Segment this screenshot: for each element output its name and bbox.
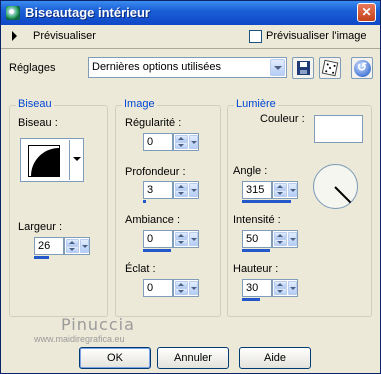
bevel-shape-picker[interactable] (20, 138, 84, 182)
bevel-label: Biseau : (18, 117, 58, 129)
intensity-label: Intensité : (233, 214, 281, 226)
save-preset-button[interactable] (292, 57, 314, 79)
title-bar[interactable]: Biseautage intérieur ✕ (1, 1, 380, 25)
watermark-url: www.maidiregrafica.eu (34, 334, 125, 344)
ambience-label: Ambiance : (125, 214, 181, 226)
intensity-spin-buttons[interactable] (272, 230, 298, 248)
width-value: 26 (38, 240, 51, 252)
angle-input[interactable]: 315 (242, 181, 272, 199)
elevation-spin-buttons[interactable] (272, 279, 298, 297)
angle-spinner[interactable]: 315 (242, 181, 298, 203)
depth-spin-buttons[interactable] (173, 181, 199, 199)
depth-spinner[interactable]: 3 (143, 181, 199, 203)
smoothness-input[interactable]: 0 (143, 133, 173, 151)
width-spinner[interactable]: 26 (34, 237, 90, 259)
elevation-spinner[interactable]: 30 (242, 279, 298, 301)
chevron-down-icon[interactable] (69, 140, 83, 180)
elevation-label: Hauteur : (233, 263, 279, 275)
intensity-slider-bar[interactable] (242, 249, 270, 252)
preview-image-label[interactable]: Prévisualiser l'image (266, 30, 367, 42)
angle-value: 315 (246, 184, 265, 196)
elevation-value: 30 (246, 282, 259, 294)
settings-select[interactable]: Dernières options utilisées (88, 57, 287, 78)
elevation-slider-bar[interactable] (242, 298, 261, 301)
app-icon (6, 6, 20, 20)
light-group-title: Lumière (234, 98, 278, 110)
chevron-down-icon[interactable] (270, 59, 285, 76)
ambience-spinner[interactable]: 0 (143, 230, 199, 252)
settings-label: Réglages (9, 62, 56, 74)
depth-label: Profondeur : (125, 166, 186, 178)
close-button[interactable]: ✕ (357, 3, 376, 22)
reset-button[interactable] (351, 57, 373, 79)
ambience-slider-bar[interactable] (143, 249, 171, 252)
dice-icon (321, 59, 339, 77)
settings-select-value: Dernières options utilisées (92, 61, 222, 73)
angle-dial[interactable] (313, 164, 358, 209)
angle-slider-bar[interactable] (242, 200, 291, 203)
help-button[interactable]: Aide (239, 347, 311, 369)
smoothness-spinner[interactable]: 0 (143, 133, 199, 155)
window-title: Biseautage intérieur (25, 5, 150, 20)
image-group-title: Image (122, 98, 157, 110)
shininess-spinner[interactable]: 0 (143, 279, 199, 301)
floppy-disk-icon (297, 61, 310, 75)
shininess-label: Éclat : (125, 263, 156, 275)
shininess-spin-buttons[interactable] (173, 279, 199, 297)
bevel-group-title: Biseau (16, 98, 54, 110)
width-label: Largeur : (18, 221, 63, 233)
preview-row: Prévisualiser Prévisualiser l'image (1, 25, 380, 49)
bevel-shape-icon (28, 145, 60, 177)
preview-image-checkbox[interactable] (249, 30, 262, 43)
cancel-button[interactable]: Annuler (157, 347, 229, 369)
bevel-group: Biseau (9, 98, 108, 317)
angle-spin-buttons[interactable] (272, 181, 298, 199)
smoothness-value: 0 (147, 136, 154, 148)
elevation-input[interactable]: 30 (242, 279, 272, 297)
smoothness-label: Régularité : (125, 117, 182, 129)
color-label: Couleur : (260, 113, 305, 125)
width-spin-buttons[interactable] (64, 237, 90, 255)
width-slider-bar[interactable] (34, 256, 49, 259)
depth-input[interactable]: 3 (143, 181, 173, 199)
ambience-spin-buttons[interactable] (173, 230, 199, 248)
angle-label: Angle : (233, 165, 268, 177)
intensity-value: 50 (246, 233, 259, 245)
depth-slider-bar[interactable] (143, 200, 146, 203)
preview-label[interactable]: Prévisualiser (33, 30, 96, 42)
ambience-value: 0 (147, 233, 154, 245)
ambience-input[interactable]: 0 (143, 230, 173, 248)
angle-needle (334, 186, 352, 204)
randomize-button[interactable] (319, 57, 341, 79)
expand-arrow-icon[interactable] (12, 31, 17, 41)
depth-value: 3 (147, 184, 154, 196)
smoothness-spin-buttons[interactable] (173, 133, 199, 151)
light-color-swatch[interactable] (314, 115, 363, 143)
shininess-value: 0 (147, 282, 154, 294)
watermark-text: Pinuccia (61, 315, 135, 334)
shininess-input[interactable]: 0 (143, 279, 173, 297)
bevel-dialog: Biseautage intérieur ✕ Prévisualiser Pré… (0, 0, 381, 374)
reset-icon (354, 60, 371, 77)
intensity-spinner[interactable]: 50 (242, 230, 298, 252)
width-input[interactable]: 26 (34, 237, 64, 255)
intensity-input[interactable]: 50 (242, 230, 272, 248)
ok-button[interactable]: OK (79, 347, 151, 369)
